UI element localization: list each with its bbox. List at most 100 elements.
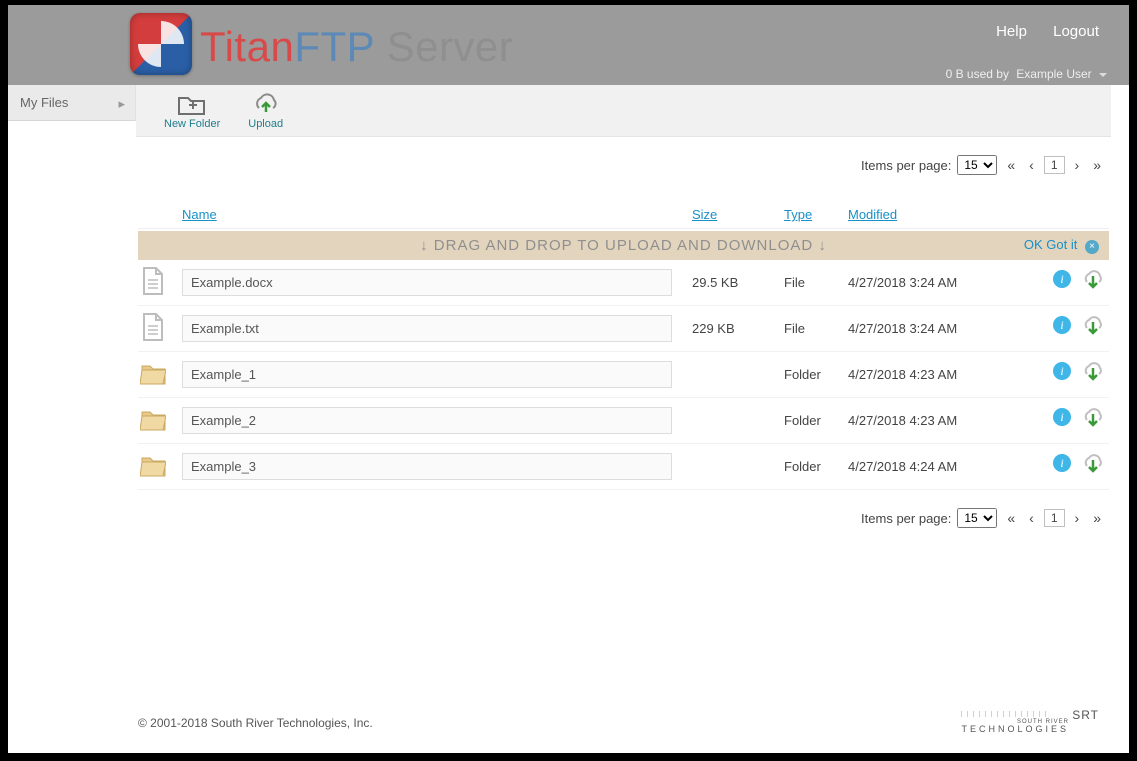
- cloud-download-icon: [1081, 316, 1105, 338]
- info-button[interactable]: i: [1053, 454, 1071, 472]
- upload-button[interactable]: Upload: [248, 92, 283, 130]
- file-type: Folder: [784, 367, 848, 382]
- pager-current: 1: [1044, 509, 1065, 527]
- folder-icon: [140, 450, 166, 480]
- folder-icon: [140, 404, 166, 434]
- sidebar: My Files ▸: [8, 85, 136, 121]
- drag-drop-banner: ↓ DRAG AND DROP TO UPLOAD AND DOWNLOAD ↓…: [138, 231, 1109, 260]
- pager-current: 1: [1044, 156, 1065, 174]
- logout-link[interactable]: Logout: [1053, 23, 1099, 40]
- items-per-page-select[interactable]: 15: [957, 508, 997, 528]
- pager-first[interactable]: «: [1003, 157, 1019, 173]
- drag-drop-text: ↓ DRAG AND DROP TO UPLOAD AND DOWNLOAD ↓: [420, 237, 827, 254]
- file-icon: [140, 312, 166, 342]
- pager-first[interactable]: «: [1003, 510, 1019, 526]
- items-per-page-select[interactable]: 15: [957, 155, 997, 175]
- cloud-download-icon: [1081, 362, 1105, 384]
- file-modified: 4/27/2018 3:24 AM: [848, 275, 988, 290]
- download-button[interactable]: [1081, 270, 1105, 295]
- copyright: © 2001-2018 South River Technologies, In…: [138, 716, 373, 730]
- col-type[interactable]: Type: [784, 207, 812, 222]
- table-row: 29.5 KBFile4/27/2018 3:24 AM i: [138, 260, 1109, 306]
- items-per-page-label: Items per page:: [861, 158, 951, 173]
- pager-top: Items per page: 15 « ‹ 1 › »: [136, 137, 1111, 203]
- header-links: Help Logout: [974, 23, 1099, 40]
- footer: © 2001-2018 South River Technologies, In…: [138, 711, 1099, 735]
- user-name: Example User: [1016, 67, 1091, 81]
- brand-part3: Server: [374, 23, 513, 70]
- file-type: Folder: [784, 459, 848, 474]
- header: TitanFTP Server Help Logout 0 B used by …: [8, 5, 1129, 85]
- sidebar-item-label: My Files: [20, 95, 68, 110]
- file-table: Name Size Type Modified ↓ DRAG AND DROP …: [136, 203, 1111, 490]
- file-modified: 4/27/2018 4:23 AM: [848, 367, 988, 382]
- file-modified: 4/27/2018 4:24 AM: [848, 459, 988, 474]
- table-row: 229 KBFile4/27/2018 3:24 AM i: [138, 306, 1109, 352]
- file-modified: 4/27/2018 3:24 AM: [848, 321, 988, 336]
- filename-input[interactable]: [182, 361, 672, 388]
- close-icon: ×: [1085, 240, 1099, 254]
- filename-input[interactable]: [182, 315, 672, 342]
- file-type: Folder: [784, 413, 848, 428]
- brand-part2: FTP: [294, 23, 374, 70]
- brand-part1: Titan: [200, 23, 294, 70]
- toolbar: New Folder Upload: [136, 85, 1111, 137]
- folder-plus-icon: [177, 92, 207, 116]
- wave-icon: [961, 711, 1051, 717]
- file-size: 29.5 KB: [692, 275, 784, 290]
- table-row: Folder4/27/2018 4:23 AM i: [138, 352, 1109, 398]
- download-button[interactable]: [1081, 316, 1105, 341]
- upload-label: Upload: [248, 118, 283, 130]
- download-button[interactable]: [1081, 408, 1105, 433]
- brand-title: TitanFTP Server: [200, 23, 513, 71]
- file-type: File: [784, 321, 848, 336]
- pager-prev[interactable]: ‹: [1025, 157, 1038, 173]
- info-button[interactable]: i: [1053, 316, 1071, 334]
- folder-icon: [140, 358, 166, 388]
- usage-prefix: 0 B used by: [946, 67, 1013, 81]
- cloud-upload-icon: [251, 92, 281, 116]
- user-dropdown[interactable]: Example User: [1016, 67, 1107, 81]
- info-button[interactable]: i: [1053, 362, 1071, 380]
- col-name[interactable]: Name: [182, 207, 217, 222]
- filename-input[interactable]: [182, 269, 672, 296]
- file-modified: 4/27/2018 4:23 AM: [848, 413, 988, 428]
- items-per-page-label: Items per page:: [861, 511, 951, 526]
- caret-down-icon: [1099, 73, 1107, 77]
- pager-bottom: Items per page: 15 « ‹ 1 › »: [136, 490, 1111, 556]
- file-type: File: [784, 275, 848, 290]
- filename-input[interactable]: [182, 453, 672, 480]
- sidebar-item-my-files[interactable]: My Files ▸: [8, 85, 135, 121]
- file-size: 229 KB: [692, 321, 784, 336]
- pager-next[interactable]: ›: [1071, 510, 1084, 526]
- cloud-download-icon: [1081, 454, 1105, 476]
- table-row: Folder4/27/2018 4:23 AM i: [138, 398, 1109, 444]
- col-modified[interactable]: Modified: [848, 207, 897, 222]
- pager-last[interactable]: »: [1089, 157, 1105, 173]
- chevron-right-icon: ▸: [118, 96, 125, 112]
- usage-text: 0 B used by Example User: [946, 67, 1107, 81]
- new-folder-button[interactable]: New Folder: [164, 92, 220, 130]
- new-folder-label: New Folder: [164, 118, 220, 130]
- download-button[interactable]: [1081, 454, 1105, 479]
- info-button[interactable]: i: [1053, 408, 1071, 426]
- table-header: Name Size Type Modified: [138, 203, 1109, 229]
- table-row: Folder4/27/2018 4:24 AM i: [138, 444, 1109, 490]
- download-button[interactable]: [1081, 362, 1105, 387]
- pager-last[interactable]: »: [1089, 510, 1105, 526]
- dismiss-label: OK Got it: [1024, 237, 1077, 252]
- file-icon: [140, 266, 166, 296]
- srt-logo: SOUTH RIVER TECHNOLOGIES: [961, 711, 1099, 735]
- dismiss-banner-button[interactable]: OK Got it ×: [1024, 237, 1099, 254]
- info-button[interactable]: i: [1053, 270, 1071, 288]
- filename-input[interactable]: [182, 407, 672, 434]
- brand-logo: [130, 13, 192, 75]
- pager-prev[interactable]: ‹: [1025, 510, 1038, 526]
- cloud-download-icon: [1081, 408, 1105, 430]
- help-link[interactable]: Help: [996, 23, 1027, 40]
- pager-next[interactable]: ›: [1071, 157, 1084, 173]
- swirl-icon: [138, 21, 184, 67]
- col-size[interactable]: Size: [692, 207, 717, 222]
- main: New Folder Upload Items per page: 15 « ‹…: [136, 85, 1111, 703]
- srt-line: TECHNOLOGIES: [961, 725, 1069, 735]
